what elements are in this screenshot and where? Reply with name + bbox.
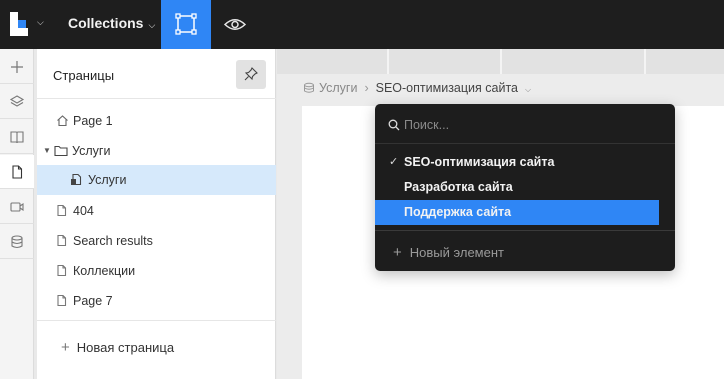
collection-page-icon bbox=[71, 173, 82, 186]
page-item-page-7[interactable]: Page 7 bbox=[37, 286, 276, 316]
breadcrumb: Услуги › SEO-оптимизация сайта ⌵ bbox=[303, 81, 531, 95]
folder-icon bbox=[54, 145, 68, 157]
collection-item-dropdown: ✓ SEO-оптимизация сайта Разработка сайта… bbox=[375, 104, 675, 271]
tilda-logo-icon[interactable] bbox=[10, 12, 32, 36]
page-item-label: Услуги bbox=[72, 144, 111, 158]
page-item-label: 404 bbox=[73, 204, 94, 218]
page-item-kollektsii[interactable]: Коллекции bbox=[37, 256, 276, 286]
breakpoint-ruler bbox=[277, 49, 724, 74]
pin-panel-button[interactable] bbox=[236, 60, 266, 89]
chevron-down-icon: ⌵ bbox=[148, 20, 156, 30]
database-button[interactable] bbox=[0, 225, 34, 259]
page-item-label: Page 1 bbox=[73, 114, 113, 128]
divider bbox=[37, 98, 276, 99]
page-item-page-1[interactable]: Page 1 bbox=[37, 106, 276, 136]
page-item-label: Page 7 bbox=[73, 294, 113, 308]
breadcrumb-collection[interactable]: Услуги bbox=[319, 81, 357, 95]
database-icon bbox=[11, 235, 23, 249]
preview-button[interactable] bbox=[218, 12, 252, 37]
library-button[interactable] bbox=[0, 120, 34, 154]
page-icon bbox=[57, 294, 67, 307]
breakpoint-segment[interactable] bbox=[502, 49, 646, 74]
page-icon bbox=[57, 264, 67, 277]
page-item-uslugi-collection[interactable]: Услуги bbox=[37, 165, 276, 195]
dropdown-item-podderzhka[interactable]: Поддержка сайта bbox=[375, 200, 659, 225]
dropdown-item-label: SEO-оптимизация сайта bbox=[404, 155, 555, 169]
top-bar: ⌵ Collections ⌵ bbox=[0, 0, 724, 49]
page-icon bbox=[12, 165, 23, 179]
panel-title: Страницы bbox=[53, 68, 115, 83]
pages-panel: Страницы Page 1 ▼ Услуги Услуги 404 Sear… bbox=[37, 49, 276, 379]
dropdown-item-seo[interactable]: ✓ SEO-оптимизация сайта bbox=[375, 150, 659, 175]
breadcrumb-current-item[interactable]: SEO-оптимизация сайта bbox=[376, 81, 518, 95]
left-toolbar bbox=[0, 49, 34, 379]
chevron-down-icon[interactable]: ⌵ bbox=[525, 85, 531, 94]
new-page-button[interactable]: + Новая страница bbox=[61, 339, 174, 356]
expand-caret-icon[interactable]: ▼ bbox=[43, 146, 51, 155]
breadcrumb-separator-icon: › bbox=[364, 81, 369, 95]
chevron-down-icon[interactable]: ⌵ bbox=[37, 17, 44, 28]
divider bbox=[37, 320, 276, 321]
new-page-label: Новая страница bbox=[76, 340, 175, 355]
check-icon: ✓ bbox=[389, 156, 399, 168]
dropdown-item-razrabotka[interactable]: Разработка сайта bbox=[375, 175, 659, 200]
select-frame-icon bbox=[175, 13, 197, 35]
collections-label: Collections bbox=[68, 15, 144, 31]
layers-button[interactable] bbox=[0, 85, 34, 119]
page-item-label: Search results bbox=[73, 234, 153, 248]
home-icon bbox=[57, 115, 68, 127]
page-item-label: Коллекции bbox=[73, 264, 136, 278]
plus-icon: + bbox=[393, 244, 402, 261]
add-button[interactable] bbox=[0, 50, 34, 84]
plus-icon bbox=[11, 61, 23, 73]
collections-menu[interactable]: Collections ⌵ bbox=[68, 15, 155, 31]
media-button[interactable] bbox=[0, 190, 34, 224]
divider bbox=[375, 230, 675, 231]
new-item-label: Новый элемент bbox=[409, 245, 504, 260]
book-icon bbox=[10, 131, 24, 144]
page-item-404[interactable]: 404 bbox=[37, 196, 276, 226]
pin-icon bbox=[244, 67, 258, 81]
video-icon bbox=[10, 202, 24, 212]
page-icon bbox=[57, 204, 67, 217]
search-icon bbox=[388, 119, 400, 131]
dropdown-search bbox=[375, 104, 675, 144]
layers-icon bbox=[9, 95, 25, 107]
dropdown-item-label: Разработка сайта bbox=[404, 180, 513, 194]
eye-icon bbox=[223, 19, 247, 30]
breakpoint-segment[interactable] bbox=[389, 49, 502, 74]
page-item-folder-uslugi[interactable]: ▼ Услуги bbox=[37, 136, 276, 166]
page-item-label: Услуги bbox=[88, 173, 127, 187]
search-input[interactable] bbox=[404, 115, 654, 135]
breakpoint-segment[interactable] bbox=[646, 49, 724, 74]
breakpoint-segment[interactable] bbox=[277, 49, 389, 74]
database-icon bbox=[304, 82, 314, 93]
new-item-button[interactable]: + Новый элемент bbox=[393, 244, 504, 261]
page-icon bbox=[57, 234, 67, 247]
select-frame-tool-button[interactable] bbox=[161, 0, 211, 49]
pages-button[interactable] bbox=[0, 155, 34, 189]
page-item-search-results[interactable]: Search results bbox=[37, 226, 276, 256]
plus-icon: + bbox=[61, 339, 70, 356]
dropdown-item-label: Поддержка сайта bbox=[404, 205, 512, 219]
